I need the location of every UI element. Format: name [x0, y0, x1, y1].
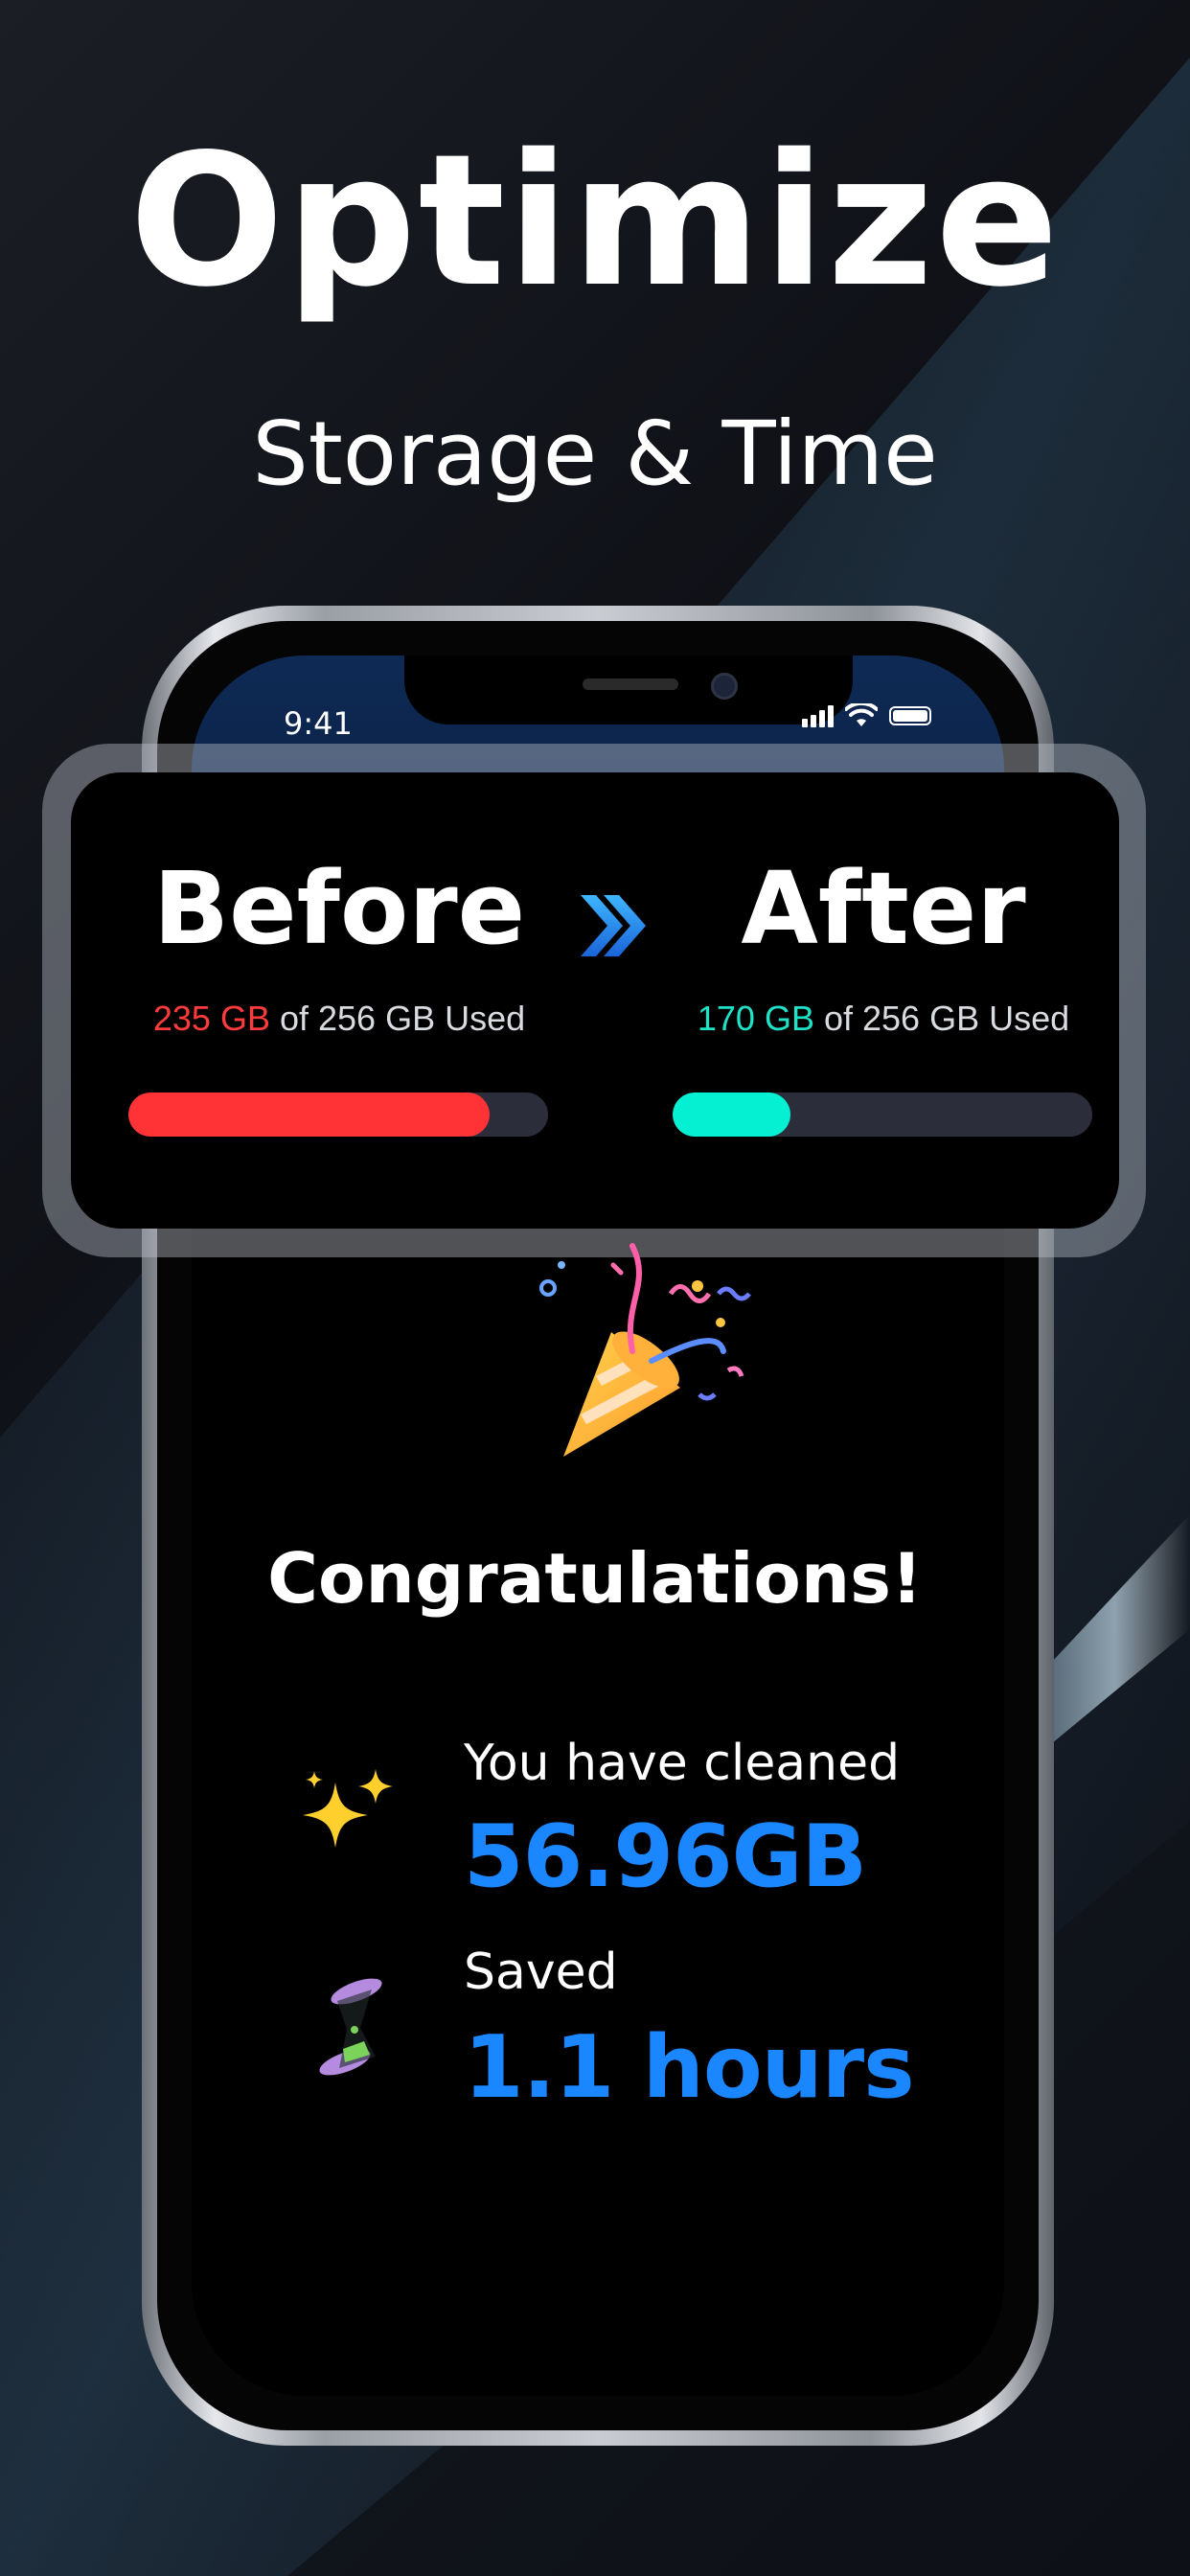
before-used-suffix: of 256 GB Used	[269, 999, 526, 1038]
before-used-amount: 235 GB	[152, 999, 270, 1038]
cleaned-label: You have cleaned	[464, 1735, 901, 1792]
before-heading: Before	[152, 850, 526, 967]
battery-icon	[889, 706, 931, 725]
front-camera	[711, 673, 738, 700]
after-progress-track	[673, 1092, 1092, 1137]
status-icons	[802, 703, 931, 728]
saved-value: 1.1 hours	[464, 2017, 915, 2118]
page-subtitle: Storage & Time	[252, 402, 938, 505]
after-used-suffix: of 256 GB Used	[813, 999, 1070, 1038]
cleaned-value: 56.96GB	[464, 1806, 867, 1907]
saved-label: Saved	[464, 1944, 618, 2001]
before-progress-fill	[128, 1092, 490, 1137]
comparison-card: Before 235 GB of 256 GB Used After 170 G…	[71, 772, 1119, 1229]
speaker	[583, 678, 678, 690]
notch	[404, 656, 853, 724]
party-popper-icon	[539, 1243, 751, 1457]
after-used-amount: 170 GB	[697, 999, 814, 1038]
double-chevron-right-icon	[581, 895, 646, 956]
congratulations-heading: Congratulations!	[267, 1538, 923, 1619]
after-usage: 170 GB of 256 GB Used	[673, 999, 1094, 1039]
after-progress-fill	[673, 1092, 790, 1137]
hourglass-icon	[319, 1978, 382, 2076]
wifi-icon	[845, 703, 878, 726]
page-title: Optimize	[128, 115, 1062, 327]
sparkles-icon	[303, 1769, 393, 1848]
status-time: 9:41	[284, 705, 353, 742]
before-usage: 235 GB of 256 GB Used	[128, 999, 550, 1039]
cellular-signal-icon	[802, 704, 834, 727]
after-heading: After	[741, 850, 1026, 967]
before-progress-track	[128, 1092, 548, 1137]
